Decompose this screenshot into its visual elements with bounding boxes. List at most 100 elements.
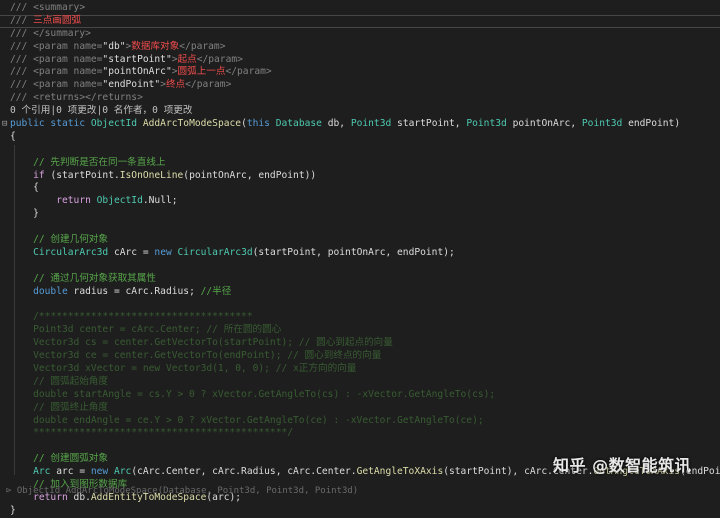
code-token: /// — [10, 14, 34, 26]
code-token: startPoint, — [397, 118, 467, 130]
code-line[interactable] — [10, 260, 720, 273]
code-token: radius = cArc.Radius; — [73, 285, 201, 297]
code-line[interactable]: ****************************************… — [10, 427, 720, 440]
code-line[interactable]: // 通过几何对象获取其属性 — [10, 273, 720, 286]
code-token: double endAngle = ce.Y > 0 ? xVector.Get… — [10, 414, 484, 426]
code-token: cArc = — [113, 246, 155, 258]
code-token: db, — [327, 118, 351, 130]
code-line[interactable]: double radius = cArc.Radius; //半径 — [10, 286, 720, 299]
code-token: </param> — [185, 79, 232, 91]
code-line[interactable]: public static ObjectId AddArcToModeSpace… — [10, 118, 720, 131]
code-token: new — [90, 466, 114, 478]
code-line[interactable]: Vector3d ce = center.GetVectorTo(endPoin… — [10, 350, 720, 363]
code-token: <summary> — [33, 2, 86, 13]
code-token: 终点 — [165, 79, 186, 91]
code-line[interactable]: Vector3d xVector = new Vector3d(1, 0, 0)… — [10, 363, 720, 376]
code-line[interactable]: if (startPoint.IsOnOneLine(pointOnArc, e… — [10, 170, 720, 183]
code-token: 数据库对象 — [131, 40, 180, 52]
code-token: } — [10, 208, 39, 220]
code-line[interactable]: /// <param name="db">数据库对象</param> — [10, 41, 720, 54]
code-line[interactable]: Vector3d cs = center.GetVectorTo(startPo… — [10, 337, 720, 350]
code-token: Arc — [113, 466, 132, 478]
code-token: (pointOnArc, endPoint)) — [183, 169, 317, 181]
code-token: /// — [10, 2, 34, 13]
code-token: Point3d — [466, 118, 513, 130]
code-editor[interactable]: ⊟ /// <summary>/// 三点画圆弧/// </summary>//… — [0, 0, 720, 516]
code-line[interactable]: { — [10, 182, 720, 195]
code-token: (startPoint. — [50, 169, 120, 181]
code-token: (cArc.Center, cArc.Radius, cArc.Center. — [131, 466, 357, 478]
code-token: arc = — [56, 466, 91, 478]
code-token: /// — [10, 66, 34, 78]
code-token: // 圆弧终止角度 — [10, 401, 108, 413]
code-token: ObjectId — [96, 195, 143, 207]
code-line[interactable]: /// <param name="pointOnArc">圆弧上一点</para… — [10, 66, 720, 79]
code-line[interactable]: double startAngle = cs.Y > 0 ? xVector.G… — [10, 389, 720, 402]
code-token: // 创建几何对象 — [10, 234, 108, 246]
code-line[interactable]: // 创建几何对象 — [10, 234, 720, 247]
code-token: endPoint) — [628, 118, 681, 130]
code-token: this — [246, 118, 276, 130]
code-token: // 先判断是否在同一条直线上 — [10, 156, 166, 168]
code-token: 起点 — [177, 53, 197, 65]
code-token: 三点画圆弧 — [33, 14, 82, 26]
code-token: Point3d — [350, 118, 398, 130]
code-token: ****************************************… — [10, 427, 294, 439]
code-token: 圆弧上一点 — [177, 66, 226, 78]
code-token: double — [33, 285, 74, 297]
code-line[interactable]: return ObjectId.Null; — [10, 195, 720, 208]
code-line[interactable]: /// <param name="endPoint">终点</param> — [10, 79, 720, 92]
code-token: double startAngle = cs.Y > 0 ? xVector.G… — [10, 388, 496, 400]
code-token: // 通过几何对象获取其属性 — [10, 272, 156, 284]
code-token: "endPoint" — [102, 79, 161, 91]
code-token: Vector3d cs = center.GetVectorTo(startPo… — [10, 337, 393, 349]
code-token: /************************************* — [10, 311, 253, 323]
code-token: Vector3d xVector = new Vector3d(1, 0, 0)… — [10, 362, 357, 374]
code-text[interactable]: /// <summary>/// 三点画圆弧/// </summary>/// … — [10, 2, 720, 518]
code-line[interactable]: Point3d center = cArc.Center; // 所在圆的圆心 — [10, 324, 720, 337]
code-token: /// — [10, 92, 34, 104]
code-line[interactable]: /// </summary> — [10, 28, 720, 41]
code-token: { — [10, 130, 16, 142]
code-line[interactable]: { — [10, 131, 720, 144]
code-line[interactable]: /// <param name="startPoint">起点</param> — [10, 54, 720, 67]
code-line[interactable]: double endAngle = ce.Y > 0 ? xVector.Get… — [10, 415, 720, 428]
code-token: /// — [10, 79, 34, 91]
code-lens-peek: ⊳ ObjectId AddArcToModeSpace(Database, P… — [6, 486, 359, 496]
code-line[interactable]: // 圆弧终止角度 — [10, 402, 720, 415]
code-line[interactable] — [10, 144, 720, 157]
code-line[interactable]: 0 个引用|0 项更改|0 名作者，0 项更改 — [10, 105, 720, 118]
code-token: /// — [10, 40, 34, 52]
code-line[interactable]: /// 三点画圆弧 — [10, 15, 720, 28]
code-token: { — [10, 182, 39, 194]
code-line[interactable] — [10, 221, 720, 234]
code-token: "db" — [102, 40, 126, 52]
code-token: <param name= — [33, 40, 103, 52]
code-token: /// — [10, 53, 34, 65]
code-token: // 圆弧起始角度 — [10, 375, 108, 387]
code-token: } — [10, 504, 16, 516]
code-token: </param> — [225, 66, 272, 78]
code-line[interactable]: // 圆弧起始角度 — [10, 376, 720, 389]
code-line[interactable]: // 先判断是否在同一条直线上 — [10, 157, 720, 170]
code-token: /// — [10, 27, 34, 39]
code-line[interactable]: /// <returns></returns> — [10, 92, 720, 105]
code-token: return — [56, 195, 97, 207]
code-line[interactable]: CircularArc3d cArc = new CircularArc3d(s… — [10, 247, 720, 260]
code-line[interactable]: /// <summary> — [10, 2, 720, 15]
code-line[interactable] — [10, 298, 720, 311]
code-token: "pointOnArc" — [102, 66, 172, 78]
code-line[interactable]: } — [10, 208, 720, 221]
code-token: .Null; — [142, 195, 178, 207]
code-token: Arc — [33, 466, 57, 478]
code-line[interactable]: } — [10, 505, 720, 518]
fold-toggle-icon[interactable]: ⊟ — [2, 118, 7, 131]
code-token: <returns></returns> — [33, 92, 143, 104]
code-line[interactable]: /************************************* — [10, 311, 720, 324]
code-token: "startPoint" — [102, 53, 172, 65]
